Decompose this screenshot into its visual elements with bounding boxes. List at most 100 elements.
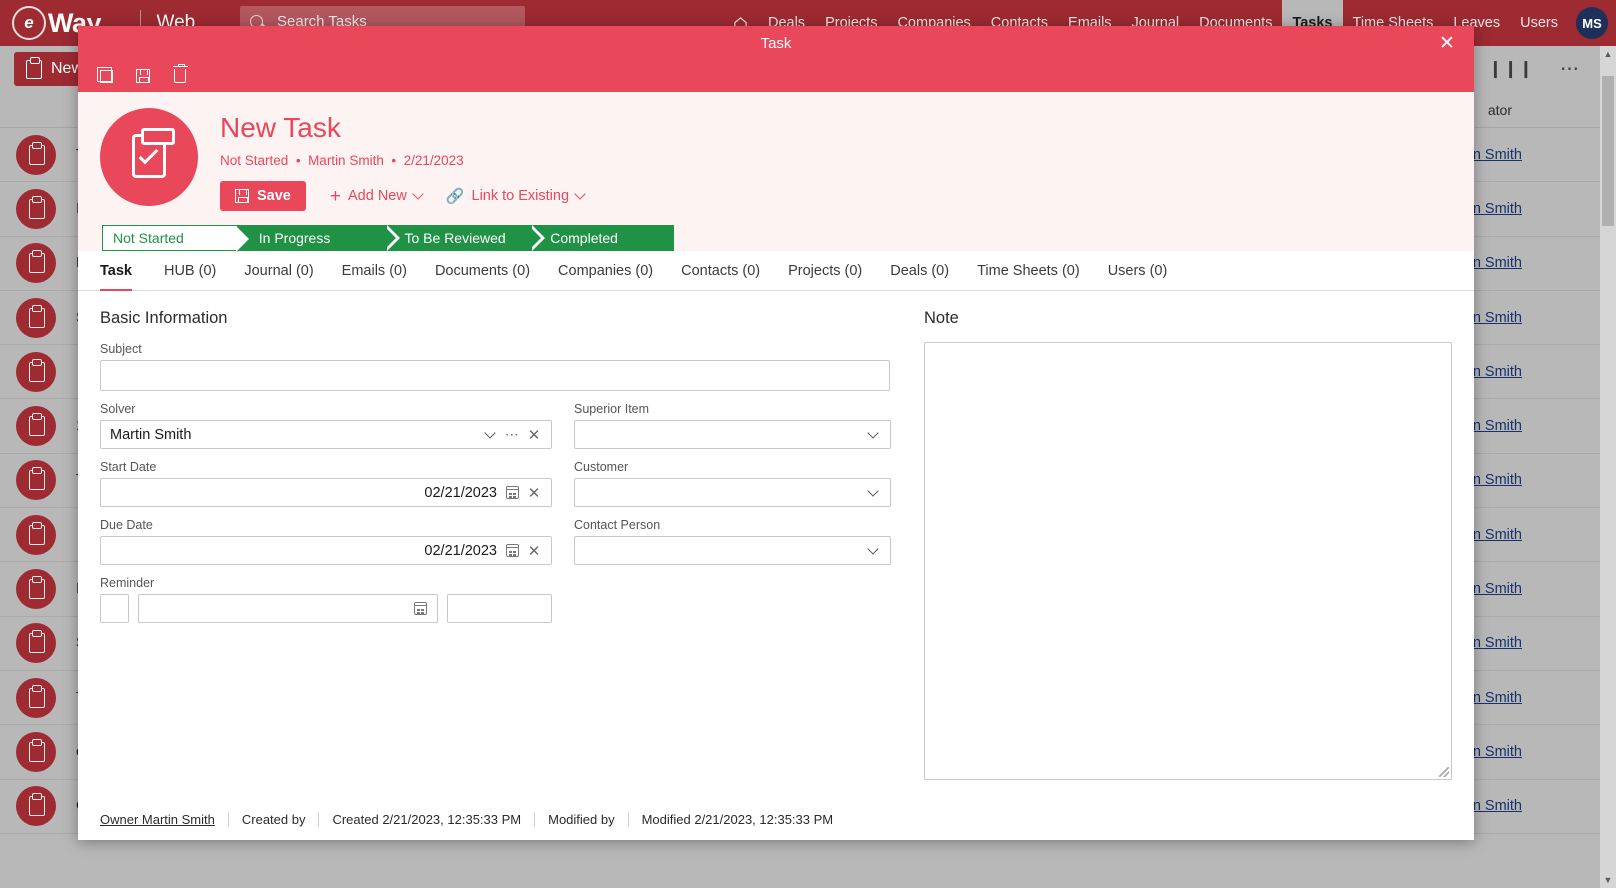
row-owner-link[interactable]: n Smith bbox=[1473, 798, 1522, 814]
save-icon[interactable] bbox=[129, 64, 157, 88]
footer-owner[interactable]: Owner Martin Smith bbox=[100, 812, 228, 827]
chevron-down-icon[interactable] bbox=[862, 542, 884, 557]
scrollbar-thumb[interactable] bbox=[1602, 76, 1614, 226]
footer-modified: Modified 2/21/2023, 12:35:33 PM bbox=[627, 811, 847, 827]
reminder-label: Reminder bbox=[100, 576, 155, 590]
row-owner-link[interactable]: n Smith bbox=[1473, 690, 1522, 706]
row-owner-link[interactable]: n Smith bbox=[1473, 310, 1522, 326]
meta-owner: Martin Smith bbox=[308, 153, 384, 168]
row-owner-link[interactable]: n Smith bbox=[1473, 418, 1522, 434]
task-avatar-icon bbox=[16, 406, 56, 447]
page-scrollbar[interactable]: ▲ ▼ bbox=[1600, 46, 1616, 888]
calendar-icon[interactable] bbox=[501, 486, 523, 499]
tab-emails[interactable]: Emails (0) bbox=[328, 263, 421, 290]
tab-documents[interactable]: Documents (0) bbox=[421, 263, 544, 290]
meta-sep-1: • bbox=[292, 153, 305, 168]
chevron-down-icon[interactable] bbox=[862, 426, 884, 441]
tab-task[interactable]: Task bbox=[100, 263, 150, 291]
contact-person-input[interactable] bbox=[574, 536, 891, 565]
start-date-input[interactable]: 02/21/2023 ✕ bbox=[100, 478, 552, 507]
customer-input[interactable] bbox=[574, 478, 891, 507]
resize-grip-icon[interactable] bbox=[1439, 767, 1449, 777]
ellipsis-icon[interactable]: ⋯ bbox=[501, 426, 523, 443]
reminder-time-input[interactable] bbox=[447, 594, 552, 623]
reminder-date-input[interactable] bbox=[138, 594, 438, 623]
clear-icon[interactable]: ✕ bbox=[523, 542, 545, 560]
clipboard-icon bbox=[26, 56, 42, 79]
pipeline-step-not-started[interactable]: Not Started bbox=[102, 225, 250, 252]
pipeline-step-to-be-reviewed[interactable]: To Be Reviewed bbox=[382, 225, 545, 251]
link-to-existing-button[interactable]: 🔗 Link to Existing bbox=[446, 187, 586, 205]
task-type-icon bbox=[100, 108, 198, 206]
task-avatar-icon bbox=[16, 243, 56, 284]
row-owner-link[interactable]: n Smith bbox=[1473, 147, 1522, 163]
clear-icon[interactable]: ✕ bbox=[523, 484, 545, 502]
nav-item-users[interactable]: Users bbox=[1510, 0, 1568, 46]
row-owner-link[interactable]: n Smith bbox=[1473, 527, 1522, 543]
section-title-note: Note bbox=[924, 309, 959, 327]
logo-letter: e bbox=[24, 13, 34, 32]
due-date-field-group: Due Date 02/21/2023 ✕ bbox=[100, 518, 552, 565]
add-new-button[interactable]: + Add New bbox=[330, 187, 424, 206]
due-date-input[interactable]: 02/21/2023 ✕ bbox=[100, 536, 552, 565]
customer-label: Customer bbox=[574, 460, 629, 474]
task-avatar-icon bbox=[16, 514, 56, 555]
footer-created-by: Created by bbox=[227, 811, 319, 827]
save-and-new-icon[interactable] bbox=[92, 64, 120, 88]
start-date-field-group: Start Date 02/21/2023 ✕ bbox=[100, 460, 552, 507]
tab-hub[interactable]: HUB (0) bbox=[150, 263, 230, 290]
tab-time-sheets[interactable]: Time Sheets (0) bbox=[963, 263, 1094, 290]
row-owner-link[interactable]: n Smith bbox=[1473, 201, 1522, 217]
reminder-checkbox[interactable] bbox=[100, 594, 129, 623]
pipeline-step-label: To Be Reviewed bbox=[404, 230, 506, 246]
pipeline-step-completed[interactable]: Completed bbox=[528, 225, 674, 251]
scroll-up-arrow[interactable]: ▲ bbox=[1600, 46, 1616, 62]
chevron-down-icon bbox=[574, 188, 586, 200]
scroll-down-arrow[interactable]: ▼ bbox=[1600, 872, 1616, 888]
chevron-down-icon bbox=[412, 188, 424, 200]
tab-contacts[interactable]: Contacts (0) bbox=[667, 263, 774, 290]
add-new-label: Add New bbox=[347, 188, 407, 204]
tab-journal[interactable]: Journal (0) bbox=[230, 263, 327, 290]
tab-companies[interactable]: Companies (0) bbox=[544, 263, 667, 290]
start-date-value: 02/21/2023 bbox=[424, 484, 497, 501]
row-owner-link[interactable]: n Smith bbox=[1473, 255, 1522, 271]
start-date-label: Start Date bbox=[100, 460, 157, 474]
columns-icon[interactable]: ❙❙❙ bbox=[1488, 59, 1534, 79]
customer-field-group: Customer bbox=[574, 460, 891, 507]
page-title: New Task bbox=[220, 112, 341, 143]
pipeline-step-in-progress[interactable]: In Progress bbox=[236, 225, 400, 251]
row-owner-link[interactable]: n Smith bbox=[1473, 472, 1522, 488]
more-options-icon[interactable]: ⋯ bbox=[1560, 58, 1580, 81]
solver-input[interactable]: Martin Smith ⋯ ✕ bbox=[100, 420, 552, 449]
note-textarea[interactable] bbox=[924, 342, 1452, 780]
meta-status: Not Started bbox=[220, 153, 289, 168]
tab-deals[interactable]: Deals (0) bbox=[876, 263, 963, 290]
grid-col-owner[interactable]: ator bbox=[1488, 102, 1512, 118]
calendar-icon[interactable] bbox=[409, 602, 431, 615]
subject-label: Subject bbox=[100, 342, 142, 356]
row-owner-link[interactable]: n Smith bbox=[1473, 581, 1522, 597]
tab-projects[interactable]: Projects (0) bbox=[774, 263, 876, 290]
task-detail-dialog: Task ✕ New Task Not Started • Martin Smi… bbox=[78, 26, 1474, 840]
clear-icon[interactable]: ✕ bbox=[523, 426, 545, 444]
chevron-down-icon[interactable] bbox=[862, 484, 884, 499]
subject-input[interactable] bbox=[100, 360, 890, 391]
tab-users[interactable]: Users (0) bbox=[1094, 263, 1182, 290]
close-icon[interactable]: ✕ bbox=[1432, 26, 1462, 60]
save-button[interactable]: Save bbox=[220, 181, 306, 211]
floppy-icon bbox=[235, 189, 249, 203]
dialog-toolbar bbox=[78, 60, 1474, 92]
row-owner-link[interactable]: n Smith bbox=[1473, 744, 1522, 760]
user-avatar[interactable]: MS bbox=[1576, 7, 1608, 39]
row-owner-link[interactable]: n Smith bbox=[1473, 364, 1522, 380]
chevron-down-icon[interactable] bbox=[479, 426, 501, 441]
superior-item-input[interactable] bbox=[574, 420, 891, 449]
row-owner-link[interactable]: n Smith bbox=[1473, 635, 1522, 651]
meta-date: 2/21/2023 bbox=[403, 153, 464, 168]
calendar-icon[interactable] bbox=[501, 544, 523, 557]
delete-icon[interactable] bbox=[166, 63, 194, 88]
note-bottom-spacer bbox=[924, 780, 1452, 798]
task-avatar-icon bbox=[16, 188, 56, 229]
superior-item-label: Superior Item bbox=[574, 402, 650, 416]
